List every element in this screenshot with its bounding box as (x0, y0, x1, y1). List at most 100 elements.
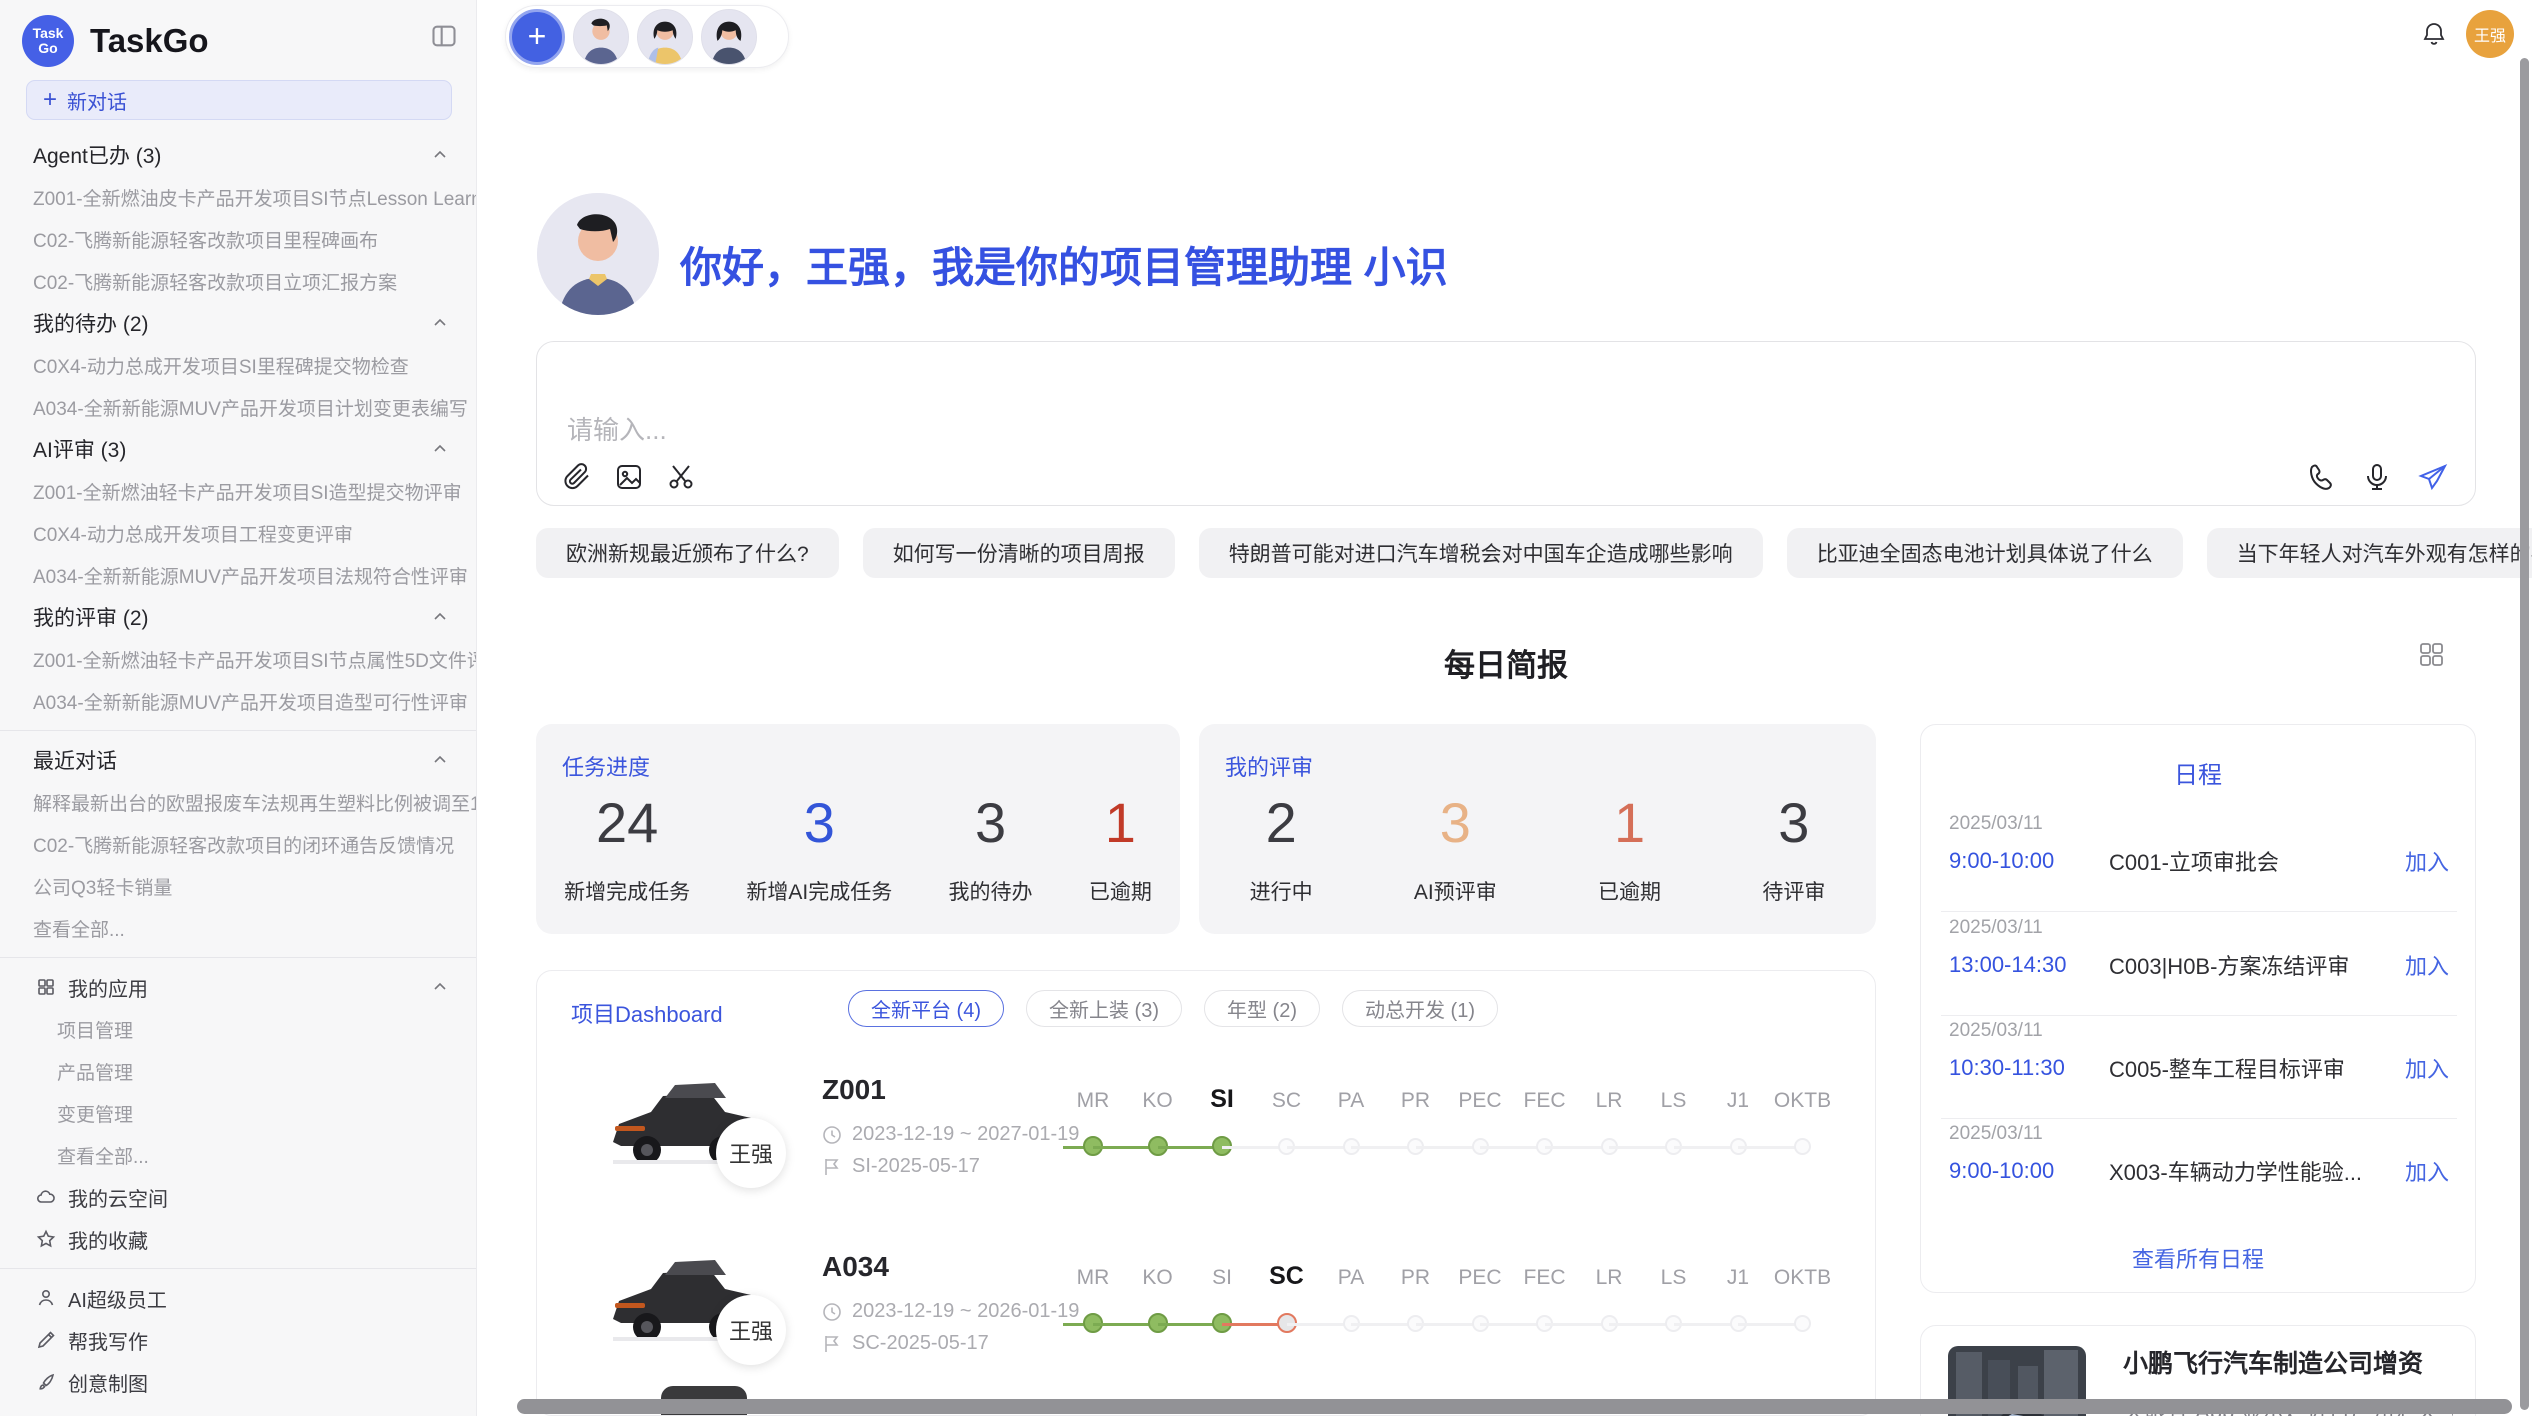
milestone-stepper: MRKOSISCPAPRPECFECLRLSJ1OKTB (1057, 1069, 1857, 1189)
milestone-connector (1609, 1146, 1674, 1149)
project-next-milestone: SI-2025-05-17 (822, 1155, 980, 1178)
sidebar-item[interactable]: Z001-全新燃油皮卡产品开发项目SI节点Lesson Learn报告 (0, 176, 476, 218)
milestone-connector (1416, 1146, 1481, 1149)
filter-pill[interactable]: 全新上装 (3) (1026, 990, 1182, 1027)
composer-left-tools (561, 461, 697, 493)
section-label: AI评审 (3) (33, 434, 126, 464)
schedule-date: 2025/03/11 (1949, 1119, 2449, 1145)
recent-chat-item[interactable]: C02-飞腾新能源轻客改款项目的闭环通告反馈情况 (0, 823, 476, 865)
sidebar-item[interactable]: C0X4-动力总成开发项目工程变更评审 (0, 512, 476, 554)
milestone-label: OKTB (1758, 1266, 1848, 1290)
sidebar-item[interactable]: Z001-全新燃油轻卡产品开发项目SI节点属性5D文件评审 (0, 638, 476, 680)
sidebar-item[interactable]: A034-全新新能源MUV产品开发项目造型可行性评审 (0, 680, 476, 722)
join-link[interactable]: 加入 (2405, 1155, 2449, 1187)
milestone-connector (1351, 1323, 1416, 1326)
project-dates: 2023-12-19 ~ 2027-01-19 (822, 1123, 1079, 1146)
agent-avatar-2[interactable] (637, 9, 693, 65)
milestone-connector (1287, 1323, 1352, 1326)
task-progress-card: 任务进度 24 新增完成任务 3 新增AI完成任务 3 我的待办 1 已逾期 (536, 724, 1180, 934)
sidebar-item[interactable]: C02-飞腾新能源轻客改款项目立项汇报方案 (0, 260, 476, 302)
chat-input[interactable]: 请输入... (536, 341, 2476, 506)
milestone-connector (1545, 1323, 1610, 1326)
milestone-connector (1674, 1146, 1739, 1149)
stat-label: 已逾期 (1089, 876, 1152, 906)
section-recent-chats[interactable]: 最近对话 (0, 739, 476, 781)
user-avatar[interactable]: 王强 (2466, 10, 2514, 58)
tool-label: 我的云空间 (68, 1183, 168, 1212)
stat-value: 3 (949, 792, 1033, 854)
suggestion-chip[interactable]: 如何写一份清晰的项目周报 (863, 528, 1175, 578)
app-item-change-mgmt[interactable]: 变更管理 (0, 1092, 476, 1134)
recent-chat-item[interactable]: 公司Q3轻卡销量 (0, 865, 476, 907)
schedule-item: 2025/03/11 9:00-10:00 C001-立项审批会 加入 (1921, 809, 2477, 912)
stat: 3 我的待办 (949, 792, 1033, 906)
add-agent-button[interactable]: + (509, 9, 565, 65)
sidebar-item-write-helper[interactable]: 帮我写作 (0, 1319, 476, 1361)
join-link[interactable]: 加入 (2405, 949, 2449, 981)
view-all-chats[interactable]: 查看全部... (0, 907, 476, 949)
view-all-apps[interactable]: 查看全部... (0, 1134, 476, 1176)
agent-avatar-1[interactable] (573, 9, 629, 65)
filter-pill[interactable]: 全新平台 (4) (848, 990, 1004, 1027)
suggestion-chip[interactable]: 当下年轻人对汽车外观有怎样的喜好趋势 (2207, 528, 2532, 578)
filter-pill[interactable]: 动总开发 (1) (1342, 990, 1498, 1027)
microphone-icon[interactable] (2361, 461, 2393, 493)
schedule-event-title: C005-整车工程目标评审 (2109, 1052, 2405, 1084)
layout-grid-icon[interactable] (2418, 641, 2445, 668)
stat: 3 AI预评审 (1414, 792, 1497, 906)
section-agent-done[interactable]: Agent已办 (3) (0, 134, 476, 176)
suggestion-chip[interactable]: 比亚迪全固态电池计划具体说了什么 (1787, 528, 2183, 578)
app-screen: Task Go TaskGo + 新对话 Agent已办 (3) Z001-全新… (0, 0, 2532, 1416)
send-icon[interactable] (2417, 461, 2449, 493)
sidebar-item[interactable]: Z001-全新燃油轻卡产品开发项目SI造型提交物评审 (0, 470, 476, 512)
attachment-icon[interactable] (561, 461, 593, 493)
sidebar-item[interactable]: A034-全新新能源MUV产品开发项目计划变更表编写 (0, 386, 476, 428)
schedule-card: 日程 2025/03/11 9:00-10:00 C001-立项审批会 加入 2… (1920, 724, 2476, 1293)
sidebar-collapse-icon[interactable] (430, 22, 458, 50)
robot-icon (36, 1288, 56, 1308)
sidebar-item[interactable]: C0X4-动力总成开发项目SI里程碑提交物检查 (0, 344, 476, 386)
stat-label: 已逾期 (1598, 876, 1661, 906)
vertical-scrollbar[interactable] (2520, 58, 2529, 1410)
new-chat-button[interactable]: + 新对话 (26, 80, 452, 120)
horizontal-scrollbar[interactable] (517, 1399, 2512, 1414)
tool-label: 帮我写作 (68, 1326, 148, 1355)
milestone-date-text: SC-2025-05-17 (852, 1332, 989, 1355)
app-item-product-mgmt[interactable]: 产品管理 (0, 1050, 476, 1092)
milestone-dot (1794, 1138, 1811, 1155)
sidebar-item[interactable]: C02-飞腾新能源轻客改款项目里程碑画布 (0, 218, 476, 260)
notification-bell-icon[interactable] (2420, 20, 2448, 48)
section-my-apps[interactable]: 我的应用 (0, 966, 476, 1008)
stat-value: 1 (1598, 792, 1661, 854)
sidebar-item-cloud-space[interactable]: 我的云空间 (0, 1176, 476, 1218)
schedule-time: 10:30-11:30 (1949, 1055, 2109, 1081)
sidebar-item-creative-draw[interactable]: 创意制图 (0, 1361, 476, 1403)
join-link[interactable]: 加入 (2405, 845, 2449, 877)
stat-value: 3 (746, 792, 892, 854)
section-my-todo[interactable]: 我的待办 (2) (0, 302, 476, 344)
suggestion-chip[interactable]: 特朗普可能对进口汽车增税会对中国车企造成哪些影响 (1199, 528, 1763, 578)
filter-pill[interactable]: 年型 (2) (1204, 990, 1320, 1027)
agent-avatar-3[interactable] (701, 9, 757, 65)
section-my-review[interactable]: 我的评审 (2) (0, 596, 476, 638)
chevron-up-icon (432, 441, 448, 457)
view-all-schedule-link[interactable]: 查看所有日程 (1921, 1242, 2475, 1274)
image-icon[interactable] (613, 461, 645, 493)
project-row[interactable]: 王强 A034 2023-12-19 ~ 2026-01-19 SC-2025-… (537, 1236, 1876, 1401)
sidebar-item[interactable]: A034-全新新能源MUV产品开发项目法规符合性评审 (0, 554, 476, 596)
tool-label: AI超级员工 (68, 1284, 167, 1313)
logo-line-2: Go (38, 41, 57, 56)
scissors-icon[interactable] (665, 461, 697, 493)
milestone-connector (1351, 1146, 1416, 1149)
suggestion-chip[interactable]: 欧洲新规最近颁布了什么? (536, 528, 839, 578)
phone-icon[interactable] (2305, 461, 2337, 493)
milestone-connector (1222, 1146, 1287, 1149)
sidebar-item-favorites[interactable]: 我的收藏 (0, 1218, 476, 1260)
recent-chat-item[interactable]: 解释最新出台的欧盟报废车法规再生塑料比例被调至15%... (0, 781, 476, 823)
join-link[interactable]: 加入 (2405, 1052, 2449, 1084)
logo-line-1: Task (33, 26, 64, 41)
app-item-project-mgmt[interactable]: 项目管理 (0, 1008, 476, 1050)
sidebar-item-ai-employee[interactable]: AI超级员工 (0, 1277, 476, 1319)
project-row[interactable]: 王强 Z001 2023-12-19 ~ 2027-01-19 SI-2025-… (537, 1059, 1876, 1224)
section-ai-review[interactable]: AI评审 (3) (0, 428, 476, 470)
